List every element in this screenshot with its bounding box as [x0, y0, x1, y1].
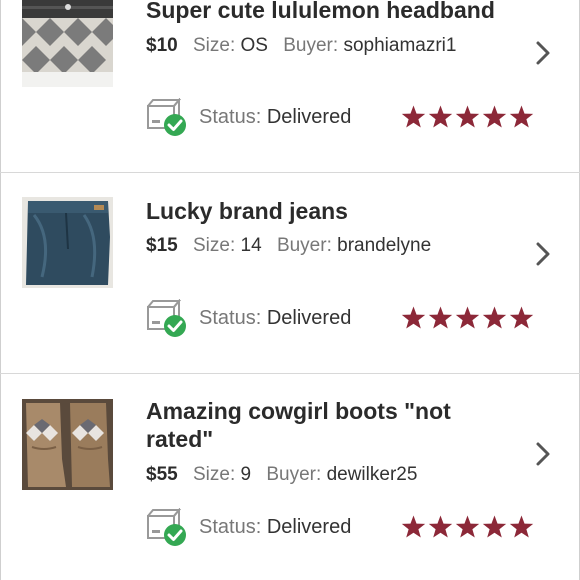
item-meta: $15 Size: 14 Buyer: brandelyne — [146, 234, 431, 258]
sold-item-row[interactable]: Super cute lululemon headband $10 Size: … — [0, 0, 580, 172]
chevron-right-icon[interactable] — [533, 440, 553, 468]
chevron-right-icon[interactable] — [533, 39, 553, 67]
item-price: $55 — [146, 464, 178, 485]
size-label: Size: — [192, 35, 236, 56]
item-thumbnail[interactable] — [22, 399, 113, 490]
status-value: Delivered — [266, 516, 352, 538]
item-buyer[interactable]: sophiamazri1 — [343, 35, 456, 56]
star-icon — [428, 515, 453, 538]
status-value: Delivered — [266, 106, 352, 128]
star-icon — [482, 515, 507, 538]
status-label: Status: — [199, 307, 262, 329]
star-icon — [509, 515, 534, 538]
item-price: $10 — [146, 35, 178, 56]
star-icon — [401, 105, 426, 128]
item-size: 9 — [240, 464, 252, 485]
chevron-right-icon[interactable] — [533, 240, 553, 268]
item-status: Status: Delivered — [199, 305, 351, 331]
item-buyer[interactable]: dewilker25 — [327, 464, 418, 485]
item-meta: $10 Size: OS Buyer: sophiamazri1 — [146, 34, 456, 58]
item-status: Status: Delivered — [199, 104, 351, 130]
buyer-label: Buyer: — [283, 35, 339, 56]
rating-stars — [401, 306, 534, 332]
item-size: OS — [240, 35, 268, 56]
buyer-label: Buyer: — [266, 464, 322, 485]
status-label: Status: — [199, 516, 262, 538]
item-price: $15 — [146, 235, 178, 256]
sold-item-row[interactable]: Lucky brand jeans $15 Size: 14 Buyer: br… — [0, 173, 580, 373]
star-icon — [509, 105, 534, 128]
star-icon — [482, 105, 507, 128]
star-icon — [509, 306, 534, 329]
status-label: Status: — [199, 106, 262, 128]
size-label: Size: — [192, 464, 236, 485]
item-thumbnail[interactable] — [22, 197, 113, 288]
item-title[interactable]: Super cute lululemon headband — [146, 0, 506, 24]
item-meta: $55 Size: 9 Buyer: dewilker25 — [146, 463, 417, 487]
delivered-box-icon — [147, 508, 186, 546]
star-icon — [482, 306, 507, 329]
star-icon — [428, 105, 453, 128]
item-buyer[interactable]: brandelyne — [337, 235, 431, 256]
item-thumbnail[interactable] — [22, 0, 113, 87]
delivered-box-icon — [147, 299, 186, 337]
rating-stars — [401, 515, 534, 541]
star-icon — [455, 515, 480, 538]
buyer-label: Buyer: — [276, 235, 332, 256]
item-size: 14 — [240, 235, 262, 256]
item-title[interactable]: Amazing cowgirl boots "not rated" — [146, 397, 506, 453]
item-title[interactable]: Lucky brand jeans — [146, 197, 506, 225]
star-icon — [455, 306, 480, 329]
size-label: Size: — [192, 235, 236, 256]
rating-stars — [401, 105, 534, 131]
star-icon — [401, 306, 426, 329]
status-value: Delivered — [266, 307, 352, 329]
star-icon — [401, 515, 426, 538]
star-icon — [455, 105, 480, 128]
sold-item-row[interactable]: Amazing cowgirl boots "not rated" $55 Si… — [0, 374, 580, 580]
star-icon — [428, 306, 453, 329]
item-status: Status: Delivered — [199, 514, 351, 540]
delivered-box-icon — [147, 98, 186, 136]
